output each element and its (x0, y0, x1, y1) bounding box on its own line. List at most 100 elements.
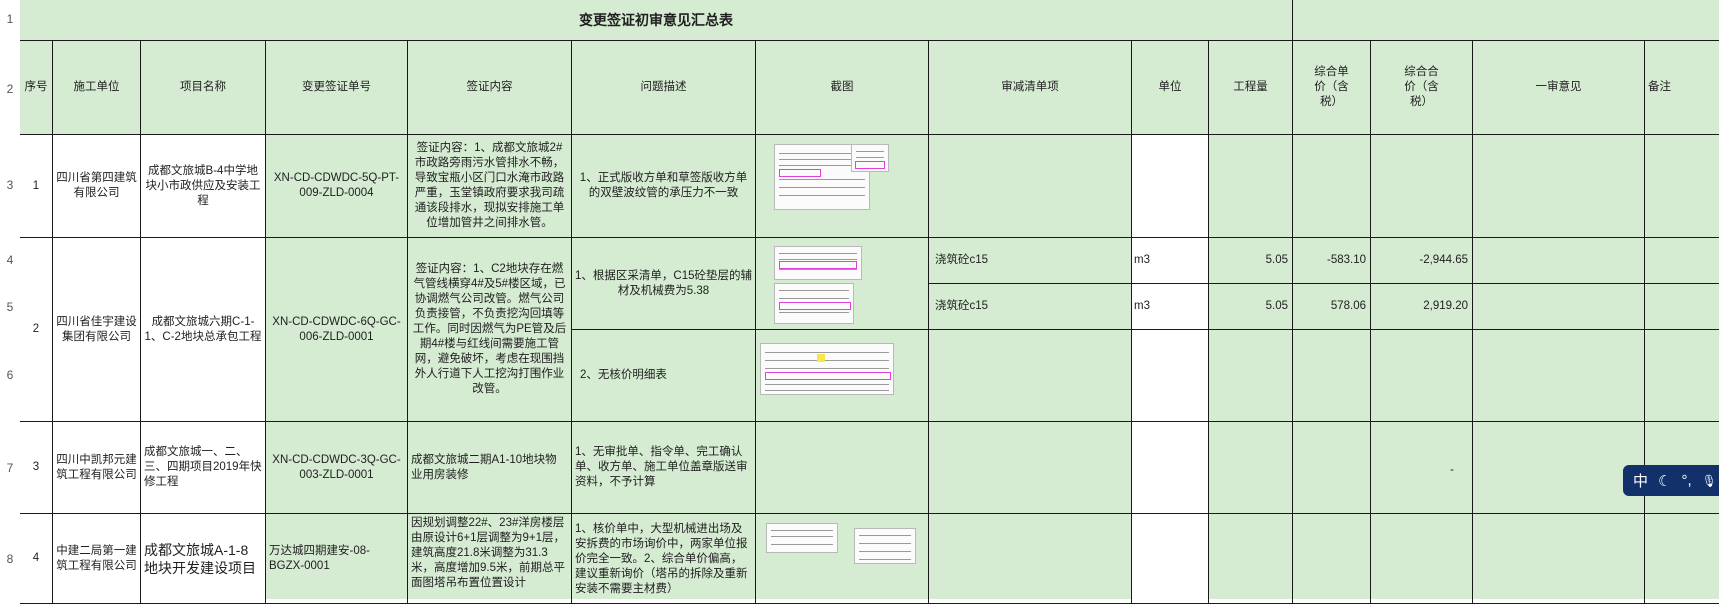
r3-opinion[interactable] (1473, 422, 1645, 514)
row-number-3[interactable]: 3 (0, 178, 20, 192)
r2-line1-total-price[interactable]: -2,944.65 (1371, 238, 1473, 284)
r1-number[interactable]: XN-CD-CDWDC-5Q-PT-009-ZLD-0004 (266, 135, 408, 238)
r4-content[interactable]: 因规划调整22#、23#洋房楼层由原设计6+1层调整为9+1层，建筑高度21.8… (408, 514, 572, 604)
r2-line2-item[interactable]: 浇筑砼c15 (929, 284, 1132, 330)
r1-content[interactable]: 签证内容：1、成都文旅城2#市政路旁雨污水管排水不畅，导致宝瓶小区门口水淹市政路… (408, 135, 572, 238)
row-number-4[interactable]: 4 (0, 253, 20, 267)
r2-line3-item[interactable] (929, 330, 1132, 422)
r2-unit[interactable]: 四川省佳宇建设集团有限公司 (53, 238, 141, 422)
row-number-2[interactable]: 2 (0, 82, 20, 96)
r2-line2-uom[interactable]: m3 (1132, 284, 1209, 330)
header-qty[interactable]: 工程量 (1209, 41, 1293, 135)
r2-seq[interactable]: 2 (20, 238, 53, 422)
r4-opinion[interactable] (1473, 514, 1645, 604)
r4-issue[interactable]: 1、核价单中，大型机械进出场及安拆费的市场询价中，两家单位报价完全一致。2、综合… (572, 514, 756, 604)
r3-unit[interactable]: 四川中凯邦元建筑工程有限公司 (53, 422, 141, 514)
row-number-6[interactable]: 6 (0, 368, 20, 382)
r4-total-price[interactable] (1371, 514, 1473, 604)
r2-project[interactable]: 成都文旅城六期C-1-1、C-2地块总承包工程 (141, 238, 266, 422)
r2-line3-total-price[interactable] (1371, 330, 1473, 422)
r1-total-price[interactable] (1371, 135, 1473, 238)
ime-toolbar[interactable]: 中 ☾ °, 🎙 (1623, 465, 1719, 496)
r1-unit-price[interactable] (1293, 135, 1371, 238)
r3-qty[interactable] (1209, 422, 1293, 514)
r4-qty[interactable] (1209, 514, 1293, 604)
r2-line3-uom[interactable] (1132, 330, 1209, 422)
r4-unit-price[interactable] (1293, 514, 1371, 604)
r2-remark-1[interactable] (1645, 238, 1719, 284)
row-number-1[interactable]: 1 (0, 12, 20, 26)
r3-screenshot-cell[interactable] (756, 422, 929, 514)
r4-uom[interactable] (1132, 514, 1209, 604)
r3-number[interactable]: XN-CD-CDWDC-3Q-GC-003-ZLD-0001 (266, 422, 408, 514)
row-number-5[interactable]: 5 (0, 300, 20, 314)
header-number[interactable]: 变更签证单号 (266, 41, 408, 135)
r3-issue[interactable]: 1、无审批单、指令单、完工确认单、收方单、施工单位盖章版送审资料，不予计算 (572, 422, 756, 514)
r3-project[interactable]: 成都文旅城一、二、三、四期项目2019年快修工程 (141, 422, 266, 514)
r2-line2-qty[interactable]: 5.05 (1209, 284, 1293, 330)
r1-remark[interactable] (1645, 135, 1719, 238)
r1-screenshot-thumbnail-small[interactable] (851, 144, 889, 172)
ime-language-toggle[interactable]: 中 (1633, 470, 1648, 491)
r4-screenshot-thumbnail-a[interactable] (766, 523, 838, 553)
r4-seq[interactable]: 4 (20, 514, 53, 604)
r2-screenshot-thumbnail-b[interactable] (760, 343, 894, 395)
title-row-empty[interactable] (1293, 0, 1719, 41)
sheet-title[interactable]: 变更签证初审意见汇总表 (20, 0, 1293, 41)
r1-project[interactable]: 成都文旅城B-4中学地块小市政供应及安装工程 (141, 135, 266, 238)
r2-remark-3[interactable] (1645, 330, 1719, 422)
header-seq[interactable]: 序号 (20, 41, 53, 135)
r4-remark[interactable] (1645, 514, 1719, 604)
r2-remark-2[interactable] (1645, 284, 1719, 330)
r2-issue-b[interactable]: 2、无核价明细表 (572, 330, 756, 422)
moon-icon[interactable]: ☾ (1658, 472, 1671, 490)
r2-line2-total-price[interactable]: 2,919.20 (1371, 284, 1473, 330)
header-screenshot[interactable]: 截图 (756, 41, 929, 135)
r2-line3-unit-price[interactable] (1293, 330, 1371, 422)
r1-uom[interactable] (1132, 135, 1209, 238)
header-content[interactable]: 签证内容 (408, 41, 572, 135)
header-total-price[interactable]: 综合合价（含税） (1371, 41, 1473, 135)
r2-line3-qty[interactable] (1209, 330, 1293, 422)
r3-uom[interactable] (1132, 422, 1209, 514)
r4-deduction[interactable] (929, 514, 1132, 604)
header-uom[interactable]: 单位 (1132, 41, 1209, 135)
header-opinion[interactable]: 一审意见 (1473, 41, 1645, 135)
r1-unit[interactable]: 四川省第四建筑有限公司 (53, 135, 141, 238)
header-deduction[interactable]: 审减清单项 (929, 41, 1132, 135)
r2-number[interactable]: XN-CD-CDWDC-6Q-GC-006-ZLD-0001 (266, 238, 408, 422)
r3-seq[interactable]: 3 (20, 422, 53, 514)
r3-unit-price[interactable] (1293, 422, 1371, 514)
r2-line2-unit-price[interactable]: 578.06 (1293, 284, 1371, 330)
r2-line1-uom[interactable]: m3 (1132, 238, 1209, 284)
r3-total-price-cell[interactable] (1371, 422, 1473, 514)
punctuation-icon[interactable]: °, (1681, 472, 1691, 489)
row-number-8[interactable]: 8 (0, 552, 20, 566)
r2-opinion-3[interactable] (1473, 330, 1645, 422)
header-unit[interactable]: 施工单位 (53, 41, 141, 135)
header-unit-price[interactable]: 综合单价（含税） (1293, 41, 1371, 135)
r2-screenshot-thumbnail-a1[interactable] (774, 246, 862, 280)
r2-content[interactable]: 签证内容：1、C2地块存在燃气管线横穿4#及5#楼区域，已协调燃气公司改管。燃气… (408, 238, 572, 422)
r2-screenshot-thumbnail-a2[interactable] (774, 283, 854, 324)
r3-content[interactable]: 成都文旅城二期A1-10地块物业用房装修 (408, 422, 572, 514)
r3-deduction[interactable] (929, 422, 1132, 514)
r4-number[interactable]: 万达城四期建安-08-BGZX-0001 (266, 514, 408, 604)
row-number-7[interactable]: 7 (0, 461, 20, 475)
r2-line1-qty[interactable]: 5.05 (1209, 238, 1293, 284)
r2-line1-unit-price[interactable]: -583.10 (1293, 238, 1371, 284)
header-project[interactable]: 项目名称 (141, 41, 266, 135)
r1-opinion[interactable] (1473, 135, 1645, 238)
header-issue[interactable]: 问题描述 (572, 41, 756, 135)
r1-qty[interactable] (1209, 135, 1293, 238)
r4-project[interactable]: 成都文旅城A-1-8地块开发建设项目 (141, 514, 266, 604)
r2-issue-a[interactable]: 1、根据区采清单，C15砼垫层的辅材及机械费为5.38 (572, 238, 756, 330)
header-remark[interactable]: 备注 (1645, 41, 1719, 135)
r2-line1-item[interactable]: 浇筑砼c15 (929, 238, 1132, 284)
r2-opinion-2[interactable] (1473, 284, 1645, 330)
r1-issue[interactable]: 1、正式版收方单和草签版收方单的双壁波纹管的承压力不一致 (572, 135, 756, 238)
r1-seq[interactable]: 1 (20, 135, 53, 238)
r2-opinion-1[interactable] (1473, 238, 1645, 284)
r4-screenshot-thumbnail-b[interactable] (854, 528, 916, 564)
microphone-icon[interactable]: 🎙 (1702, 474, 1717, 488)
